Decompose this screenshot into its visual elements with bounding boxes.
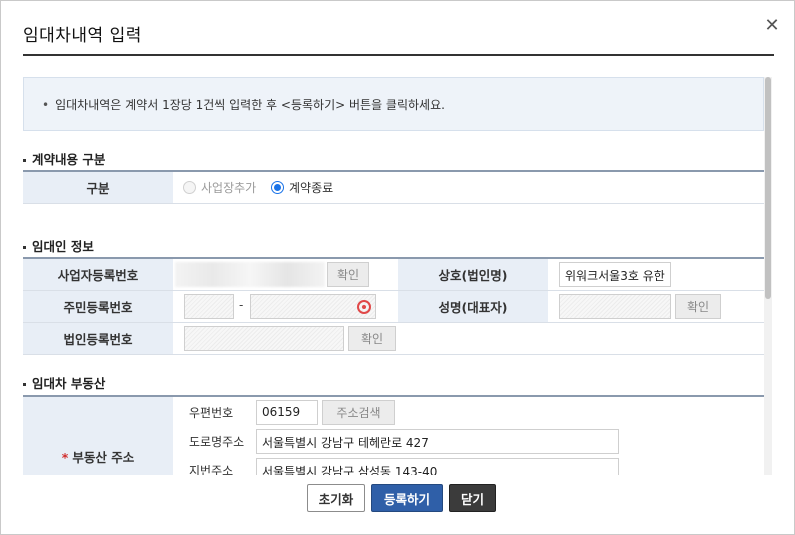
company-name-label: 상호(법인명) (398, 259, 548, 290)
corp-no-confirm-button[interactable]: 확인 (348, 326, 396, 351)
scrollbar-thumb[interactable] (765, 77, 771, 299)
reset-button[interactable]: 초기화 (307, 484, 365, 512)
section-title: 임대인 정보 (32, 239, 94, 254)
notice-message: 임대차내역은 계약서 1장당 1건씩 입력한 후 <등록하기> 버튼을 클릭하세… (55, 98, 445, 112)
biz-no-label: 사업자등록번호 (23, 259, 173, 290)
section-bullet (23, 246, 26, 249)
postal-code-value: 06159 (262, 405, 301, 419)
section-contract-type: 계약내용 구분 (23, 149, 105, 168)
lease-entry-dialog: 임대차내역 입력 ✕ • 임대차내역은 계약서 1장당 1건씩 입력한 후 <등록… (0, 0, 795, 535)
road-address-value: 서울특별시 강남구 테헤란로 427 (262, 436, 429, 450)
company-name-value: 위워크서울3호 유한 (565, 269, 665, 283)
radio-circle (183, 181, 196, 194)
resident-no-dash: - (239, 298, 244, 312)
notice-box: • 임대차내역은 계약서 1장당 1건씩 입력한 후 <등록하기> 버튼을 클릭하… (23, 77, 764, 131)
corp-no-label: 법인등록번호 (23, 323, 173, 354)
row-divider (23, 203, 772, 204)
corp-no-input[interactable] (184, 326, 344, 351)
required-mark: * (61, 449, 69, 465)
property-address-label: * 부동산 주소 (23, 397, 173, 475)
road-address-label: 도로명주소 (189, 435, 245, 449)
dialog-body[interactable]: • 임대차내역은 계약서 1장당 1건씩 입력한 후 <등록하기> 버튼을 클릭하… (23, 77, 772, 475)
representative-name-input[interactable] (559, 294, 671, 319)
section-title: 임대차 부동산 (32, 376, 106, 391)
row-divider (23, 354, 772, 355)
notice-text: • 임대차내역은 계약서 1장당 1건씩 입력한 후 <등록하기> 버튼을 클릭하… (42, 96, 445, 113)
resident-no-first-input[interactable] (184, 294, 234, 319)
close-icon[interactable]: ✕ (762, 17, 782, 37)
biz-no-confirm-button[interactable]: 확인 (327, 262, 369, 287)
radio-circle-selected (271, 181, 284, 194)
section-lessor-info: 임대인 정보 (23, 236, 94, 255)
section-bullet (23, 383, 26, 386)
lot-address-label: 지번주소 (189, 464, 234, 475)
radio-label: 계약종료 (289, 181, 334, 195)
property-address-label-text: * 부동산 주소 (62, 447, 134, 466)
radio-label: 사업장추가 (201, 181, 257, 195)
dialog-title: 임대차내역 입력 (23, 26, 142, 46)
title-divider (23, 54, 774, 56)
address-search-button[interactable]: 주소검색 (322, 400, 395, 425)
section-title: 계약내용 구분 (32, 152, 106, 167)
radio-add-workplace[interactable]: 사업장추가 (183, 179, 256, 196)
vertical-scrollbar[interactable] (764, 77, 772, 475)
radio-contract-end[interactable]: 계약종료 (271, 179, 333, 196)
lot-address-value: 서울특별시 강남구 삼성동 143-40 (262, 465, 438, 475)
section-leased-property: 임대차 부동산 (23, 373, 105, 392)
address-label-text: 부동산 주소 (72, 449, 135, 465)
postal-label: 우편번호 (189, 406, 234, 420)
postal-code-input[interactable]: 06159 (256, 400, 318, 425)
company-name-input[interactable]: 위워크서울3호 유한 (559, 262, 671, 287)
contract-label: 구분 (23, 172, 173, 203)
name-confirm-button[interactable]: 확인 (675, 294, 721, 319)
lot-address-input[interactable]: 서울특별시 강남구 삼성동 143-40 (256, 458, 619, 475)
show-password-icon[interactable] (357, 300, 371, 314)
close-button[interactable]: 닫기 (449, 484, 496, 512)
biz-no-fields-redacted[interactable] (175, 262, 325, 287)
representative-name-label: 성명(대표자) (398, 291, 548, 322)
section-bullet (23, 159, 26, 162)
road-address-input[interactable]: 서울특별시 강남구 테헤란로 427 (256, 429, 619, 454)
resident-no-label: 주민등록번호 (23, 291, 173, 322)
submit-button[interactable]: 등록하기 (371, 484, 443, 512)
notice-bullet: • (42, 98, 50, 112)
